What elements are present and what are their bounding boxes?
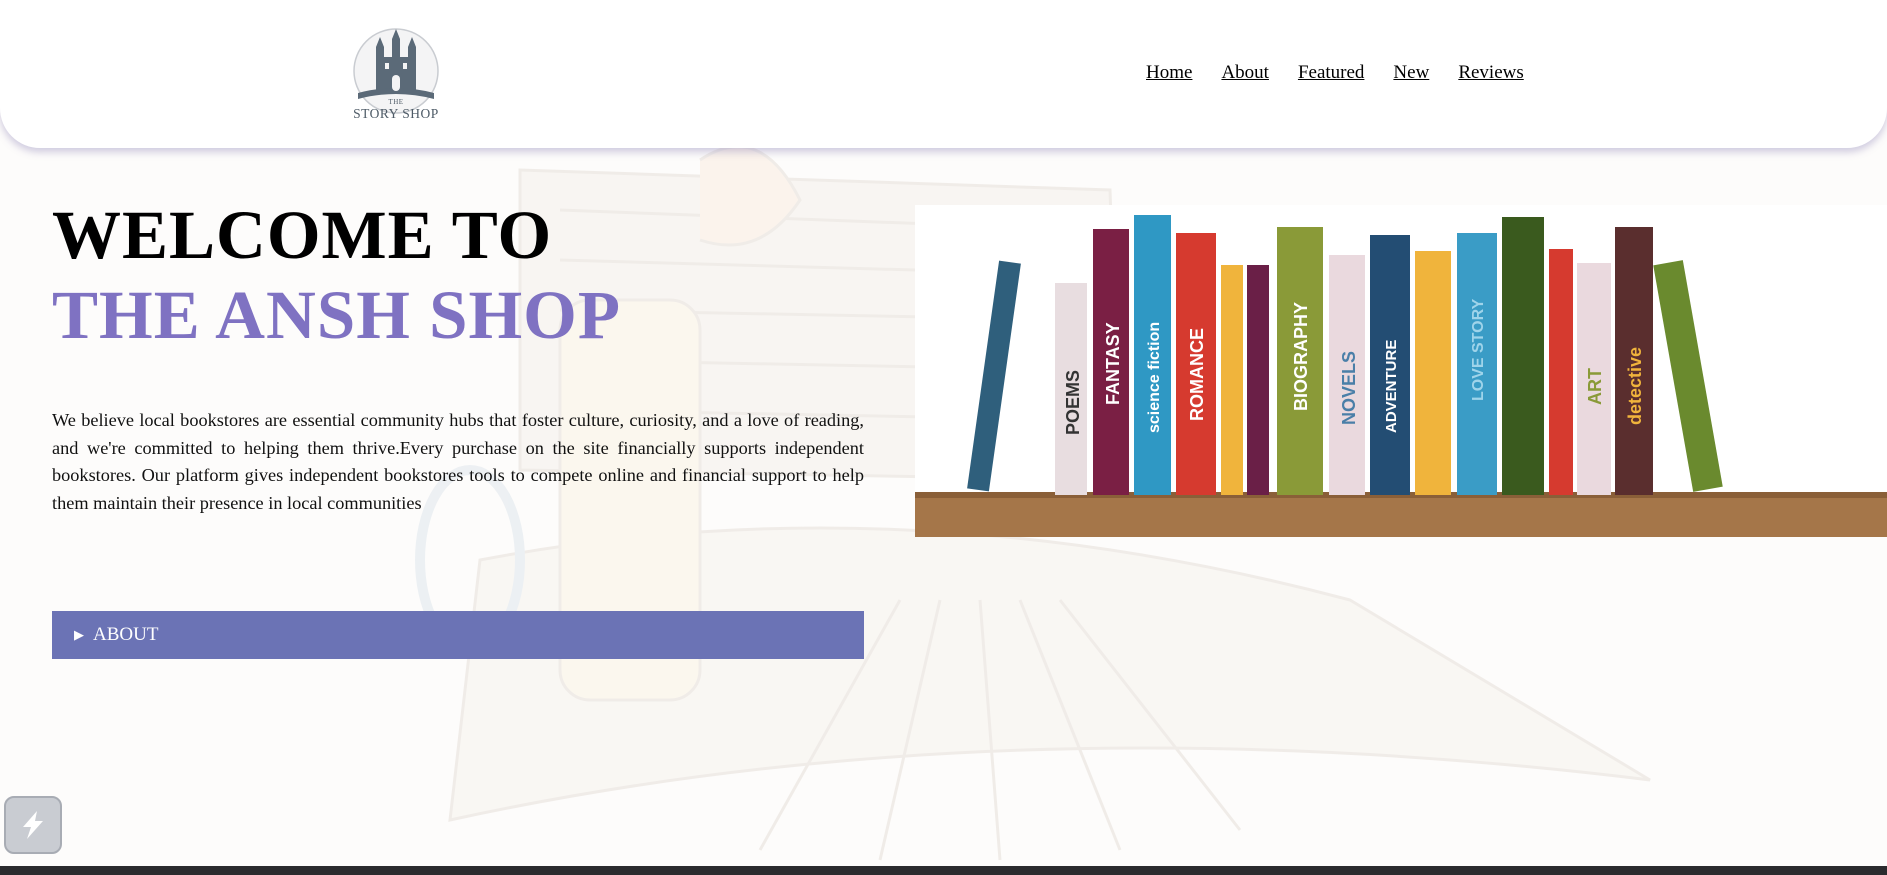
spine-label-detective: detective: [1625, 347, 1645, 425]
spine-label-novels: NOVELS: [1339, 351, 1359, 425]
nav-reviews[interactable]: Reviews: [1458, 62, 1523, 84]
bookshelf-illustration: POEMS FANTASY science fiction ROMANCE BI…: [915, 205, 1887, 537]
hero-description: We believe local bookstores are essentia…: [52, 410, 864, 513]
hero-title-line1: WELCOME TO: [52, 197, 553, 273]
logo-main-text: STORY SHOP: [353, 106, 439, 121]
spine-label-science-fiction: science fiction: [1146, 322, 1163, 433]
lightning-icon: [23, 811, 43, 839]
nav-home[interactable]: Home: [1146, 62, 1192, 84]
about-label: ABOUT: [93, 624, 159, 645]
spine-label-love-story: LOVE STORY: [1470, 298, 1487, 401]
logo-small-text: THE: [388, 98, 404, 106]
spine-label-poems: POEMS: [1063, 370, 1083, 435]
bottom-bar: [0, 866, 1887, 875]
nav-about[interactable]: About: [1221, 62, 1269, 84]
hero-title: WELCOME TO THE ANSH SHOP: [52, 195, 621, 355]
about-accordion-toggle[interactable]: ▶ ABOUT: [52, 611, 864, 659]
spine-label-adventure: ADVENTURE: [1383, 340, 1400, 433]
shelf-wood: [915, 492, 1887, 537]
spine-label-romance: ROMANCE: [1187, 328, 1207, 421]
nav-new[interactable]: New: [1393, 62, 1429, 84]
site-header: THE STORY SHOP Home About Featured New R…: [0, 0, 1887, 148]
triangle-right-icon: ▶: [74, 627, 84, 642]
nav-featured[interactable]: Featured: [1298, 62, 1364, 84]
logo-text: THE STORY SHOP: [340, 98, 452, 122]
spine-label-fantasy: FANTASY: [1103, 322, 1123, 405]
spine-label-biography: BIOGRAPHY: [1291, 302, 1311, 411]
floating-widget-button[interactable]: [4, 796, 62, 854]
spine-label-art: ART: [1585, 368, 1605, 405]
main-nav: Home About Featured New Reviews: [1146, 62, 1553, 84]
hero-title-line2: THE ANSH SHOP: [52, 277, 621, 353]
